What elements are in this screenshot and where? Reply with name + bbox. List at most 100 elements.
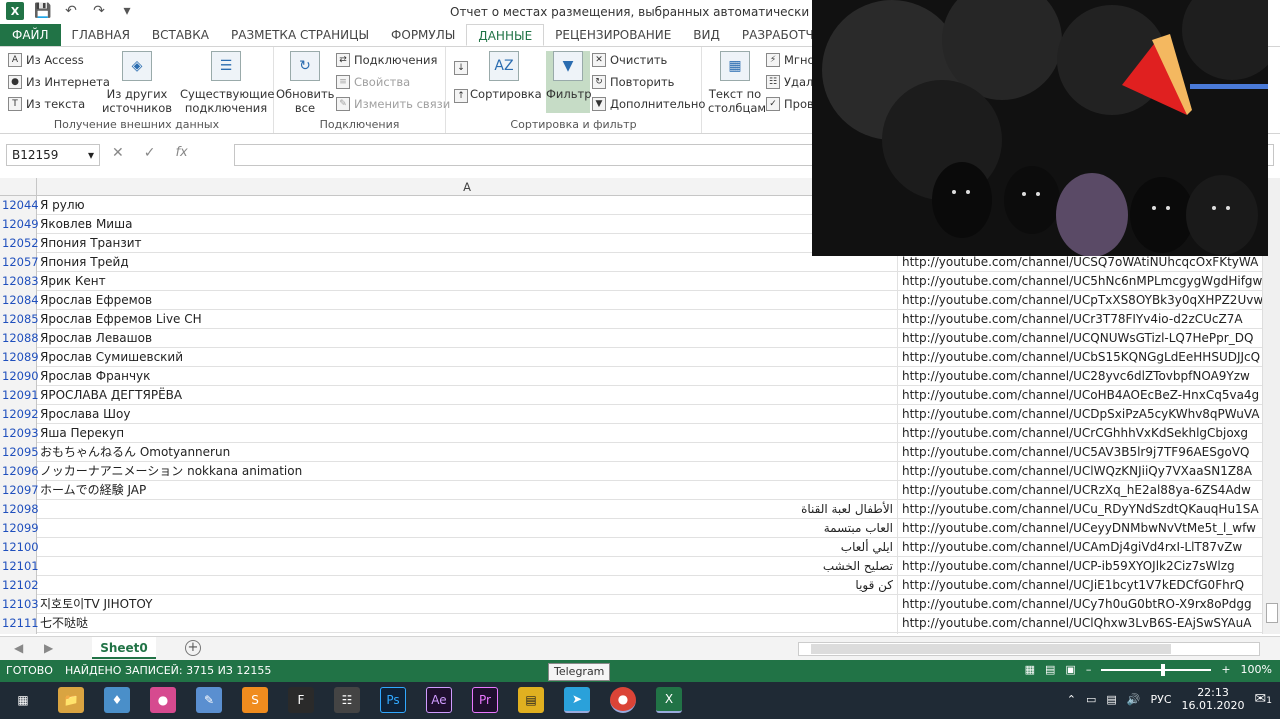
row-number[interactable]: 12044 <box>0 196 39 215</box>
app-icon-1[interactable]: ♦ <box>104 687 130 713</box>
sort-za-button[interactable]: ↑ <box>454 89 468 103</box>
video-overlay[interactable] <box>812 0 1268 256</box>
vertical-scroll-thumb[interactable] <box>1266 603 1278 623</box>
connections-button[interactable]: ⇄ Подключения <box>336 53 437 67</box>
excel-taskbar-icon[interactable]: X <box>656 687 682 713</box>
row-number[interactable]: 12084 <box>0 291 39 310</box>
cell-channel-name[interactable]: Япония Транзит <box>38 234 898 253</box>
paint-icon[interactable]: ✎ <box>196 687 222 713</box>
properties-button[interactable]: ≡ Свойства <box>336 75 410 89</box>
from-text-button[interactable]: T Из текста <box>8 97 85 111</box>
cell-channel-url[interactable]: http://youtube.com/channel/UCAmDj4giVd4r… <box>900 538 1262 557</box>
tab-page-layout[interactable]: РАЗМЕТКА СТРАНИЦЫ <box>220 24 380 46</box>
reapply-filter-button[interactable]: ↻ Повторить <box>592 75 674 89</box>
row-number[interactable]: 12102 <box>0 576 39 595</box>
row-number[interactable]: 12095 <box>0 443 39 462</box>
cell-channel-name[interactable]: كن قويا <box>38 576 898 595</box>
cell-channel-url[interactable]: http://youtube.com/channel/UCr3T78FIYv4i… <box>900 310 1262 329</box>
cell-channel-url[interactable]: http://youtube.com/channel/UC5hNc6nMPLmc… <box>900 272 1262 291</box>
table-row[interactable]: 12097 ホームでの経験 JAP http://youtube.com/chann… <box>0 481 1262 500</box>
battery-icon[interactable]: ▭ <box>1086 693 1096 706</box>
table-row[interactable]: 12092 Ярослава Шоу http://youtube.com/chan… <box>0 405 1262 424</box>
cell-channel-name[interactable]: العاب مبتسمة <box>38 519 898 538</box>
cell-channel-url[interactable]: http://youtube.com/channel/UC28yvc6dlZTo… <box>900 367 1262 386</box>
cell-channel-name[interactable]: ЯРОСЛАВА ДЕГТЯРЁВА <box>38 386 898 405</box>
text-to-columns-button[interactable]: ▦ Текст по столбцам <box>708 51 766 115</box>
cell-channel-url[interactable]: http://youtube.com/channel/UC5AV3B5lr9j7… <box>900 443 1262 462</box>
row-number[interactable]: 12085 <box>0 310 39 329</box>
save-icon[interactable]: 💾 <box>34 2 52 20</box>
table-row[interactable]: 12093 Яша Перекуп http://youtube.com/chann… <box>0 424 1262 443</box>
sheet-nav-left-icon[interactable]: ◀ <box>14 641 23 655</box>
table-row[interactable]: 12103 지호토이TV JIHOTOY http://youtube.com/ch… <box>0 595 1262 614</box>
cell-channel-name[interactable]: Ярослава Шоу <box>38 405 898 424</box>
row-number[interactable]: 12049 <box>0 215 39 234</box>
cell-channel-name[interactable]: Я рулю <box>38 196 898 215</box>
row-number[interactable]: 12100 <box>0 538 39 557</box>
cell-channel-url[interactable]: http://youtube.com/channel/UCJiE1bcyt1V7… <box>900 576 1262 595</box>
edit-links-button[interactable]: ✎ Изменить связи <box>336 97 450 111</box>
data-validation-button[interactable]: ✓ Пров <box>766 97 814 111</box>
cell-channel-url[interactable]: http://youtube.com/channel/UCu_RDyYNdSzd… <box>900 500 1262 519</box>
row-number[interactable]: 12098 <box>0 500 39 519</box>
photoshop-icon[interactable]: Ps <box>380 687 406 713</box>
row-number[interactable]: 12103 <box>0 595 39 614</box>
cell-channel-name[interactable]: Ярослав Франчук <box>38 367 898 386</box>
sublime-text-icon[interactable]: S <box>242 687 268 713</box>
cell-channel-name[interactable]: 지호토이TV JIHOTOY <box>38 595 898 614</box>
sheet-nav-right-icon[interactable]: ▶ <box>44 641 53 655</box>
cell-channel-url[interactable]: http://youtube.com/channel/UCy7h0uG0btRO… <box>900 595 1262 614</box>
windows-start-icon[interactable]: ▦ <box>10 687 36 713</box>
archive-icon[interactable]: ▤ <box>518 687 544 713</box>
row-number[interactable]: 12096 <box>0 462 39 481</box>
premiere-icon[interactable]: Pr <box>472 687 498 713</box>
row-number[interactable]: 12091 <box>0 386 39 405</box>
tab-formulas[interactable]: ФОРМУЛЫ <box>380 24 466 46</box>
horizontal-scrollbar[interactable] <box>798 642 1260 656</box>
table-row[interactable]: 12089 Ярослав Сумишевский http://youtube.c… <box>0 348 1262 367</box>
table-row[interactable]: 12111 七不哒哒 http://youtube.com/channel/UClQ… <box>0 614 1262 633</box>
zoom-level[interactable]: 100% <box>1241 663 1272 676</box>
table-row[interactable]: 12102 كن قويا http://youtube.com/channel/U… <box>0 576 1262 595</box>
advanced-filter-button[interactable]: ▼ Дополнительно <box>592 97 705 111</box>
file-explorer-icon[interactable]: 📁 <box>58 687 84 713</box>
sort-button[interactable]: AZ Сортировка <box>470 51 542 101</box>
from-other-sources-button[interactable]: ◈ Из других источников <box>100 51 174 115</box>
from-access-button[interactable]: A Из Access <box>8 53 84 67</box>
cell-channel-name[interactable]: Япония Трейд <box>38 253 898 272</box>
cell-channel-name[interactable]: 元气脚脚 <box>38 633 898 634</box>
zoom-slider[interactable] <box>1101 663 1212 676</box>
table-row[interactable]: 12124元气脚脚http://youtube.com/channel/UC_C… <box>0 633 1262 634</box>
cell-channel-url[interactable]: http://youtube.com/channel/UClQhxw3LvB6S… <box>900 614 1262 633</box>
row-number[interactable]: 12052 <box>0 234 39 253</box>
tab-review[interactable]: РЕЦЕНЗИРОВАНИЕ <box>544 24 682 46</box>
table-row[interactable]: 12098 الأطفال لعبة القناة http://youtube.c… <box>0 500 1262 519</box>
add-sheet-icon[interactable]: + <box>185 640 201 656</box>
clock[interactable]: 22:13 16.01.2020 <box>1182 686 1245 712</box>
telegram-icon[interactable]: ➤ <box>564 687 590 713</box>
row-number[interactable]: 12089 <box>0 348 39 367</box>
figma-icon[interactable]: F <box>288 687 314 713</box>
tab-view[interactable]: ВИД <box>682 24 731 46</box>
sheet-tab-sheet0[interactable]: Sheet0 <box>92 637 156 659</box>
row-number[interactable]: 12057 <box>0 253 39 272</box>
maps-pin-icon[interactable]: ● <box>150 687 176 713</box>
clear-filter-button[interactable]: ✕ Очистить <box>592 53 667 67</box>
remove-duplicates-button[interactable]: ☷ Удал <box>766 75 813 89</box>
name-box[interactable]: B12159 ▾ <box>6 144 100 166</box>
row-number[interactable]: 12101 <box>0 557 39 576</box>
cell-channel-name[interactable]: ايلي ألعاب <box>38 538 898 557</box>
row-number[interactable]: 12111 <box>0 614 39 633</box>
table-row[interactable]: 12083 Ярик Кент http://youtube.com/channel… <box>0 272 1262 291</box>
flash-fill-button[interactable]: ⚡ Мгно <box>766 53 815 67</box>
tab-home[interactable]: ГЛАВНАЯ <box>61 24 141 46</box>
cell-channel-url[interactable]: http://youtube.com/channel/UCoHB4AOEcBeZ… <box>900 386 1262 405</box>
cell-channel-url[interactable]: http://youtube.com/channel/UCrCGhhhVxKdS… <box>900 424 1262 443</box>
cell-channel-name[interactable]: ホームでの経験 JAP <box>38 481 898 500</box>
row-number[interactable]: 12092 <box>0 405 39 424</box>
from-web-button[interactable]: ● Из Интернета <box>8 75 110 89</box>
filter-button[interactable]: ▼ Фильтр <box>546 51 592 113</box>
enter-icon[interactable]: ✓ <box>144 145 156 161</box>
zoom-knob[interactable] <box>1161 663 1166 676</box>
zoom-out-icon[interactable]: – <box>1086 663 1092 676</box>
